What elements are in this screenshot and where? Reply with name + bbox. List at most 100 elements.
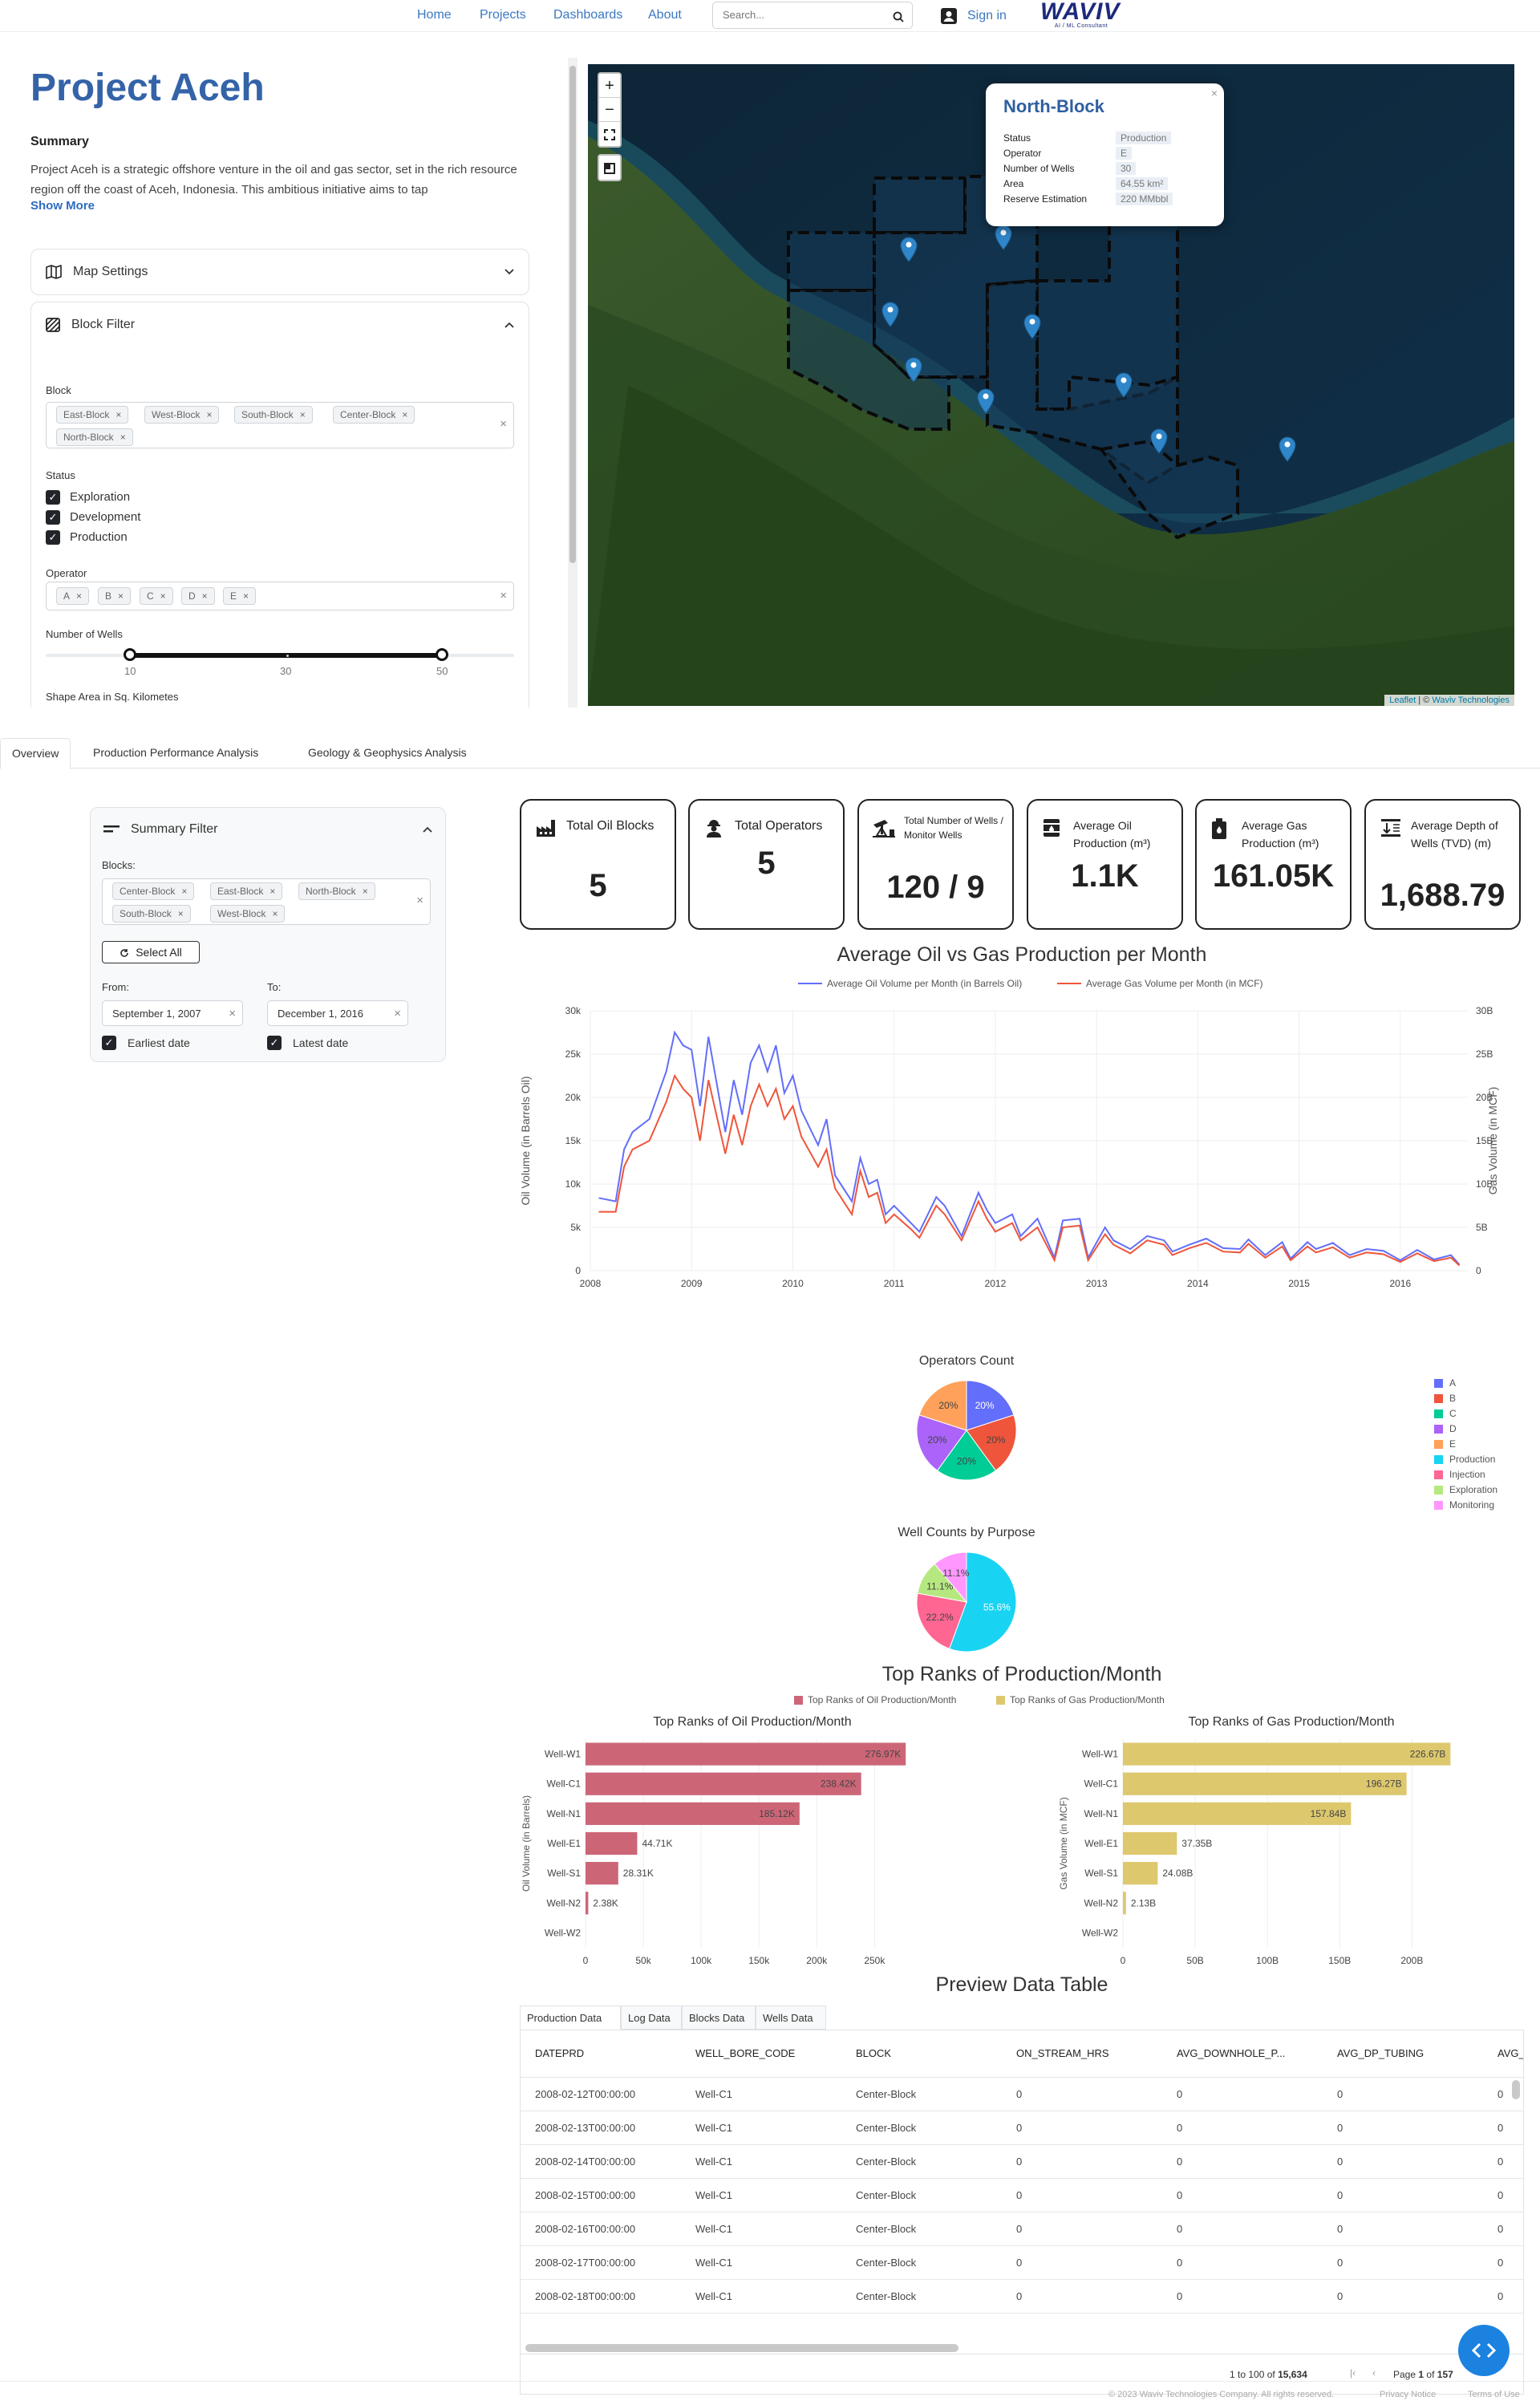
tab-geology-geophysics[interactable]: Geology & Geophysics Analysis	[297, 738, 478, 769]
clear-icon[interactable]: ×	[416, 894, 424, 907]
privacy-link[interactable]: Privacy Notice	[1380, 2390, 1436, 2399]
from-date-input[interactable]: September 1, 2007 ×	[102, 1000, 243, 1026]
satellite-map[interactable]: + − × North-Block Status Production Opera…	[588, 64, 1514, 706]
pie-slice-label: 11.1%	[942, 1568, 969, 1579]
block-filter-header[interactable]: Block Filter	[31, 302, 529, 347]
layers-button[interactable]	[599, 156, 620, 180]
to-date-input[interactable]: December 1, 2016 ×	[267, 1000, 408, 1026]
operator-multiselect[interactable]: A × B × C × D × E × ×	[46, 582, 514, 610]
operator-chip[interactable]: E ×	[223, 587, 257, 605]
column-header[interactable]: WELL_BORE_CODE	[695, 2030, 795, 2077]
nav-about-link[interactable]: About	[648, 8, 682, 22]
zoom-in-button[interactable]: +	[599, 74, 620, 98]
prev-page-icon[interactable]: ‹	[1372, 2367, 1376, 2379]
block-chip[interactable]: Center-Block ×	[333, 406, 415, 424]
block-chip[interactable]: West-Block ×	[210, 905, 286, 923]
vertical-scrollbar[interactable]	[1512, 2080, 1520, 2099]
pie-legend-item[interactable]: Monitoring	[1434, 1499, 1494, 1511]
block-chip[interactable]: East-Block ×	[56, 406, 129, 424]
summary-blocks-multiselect[interactable]: Center-Block × East-Block × North-Block × S…	[102, 878, 431, 925]
operator-chip[interactable]: A ×	[56, 587, 90, 605]
block-chip[interactable]: Center-Block ×	[112, 882, 195, 900]
factory-icon	[536, 818, 557, 842]
pie-legend-item[interactable]: B	[1434, 1393, 1456, 1404]
search-icon[interactable]	[893, 10, 904, 24]
popup-close-icon[interactable]: ×	[1211, 87, 1218, 99]
gas-bar-chart[interactable]: 0 50B 100B 150B 200B Well-W1 226.67B Well-C1 196…	[1057, 1731, 1474, 1972]
pie-legend-item[interactable]: C	[1434, 1408, 1457, 1419]
clear-icon[interactable]: ×	[500, 417, 507, 431]
wells-slider-min-handle[interactable]	[124, 648, 136, 661]
oil-gas-line-chart[interactable]: 05k10k15k20k25k30k05B10B15B20B25B30B2008…	[513, 995, 1540, 1300]
map-settings-accordion[interactable]: Map Settings	[30, 249, 529, 295]
owner-link[interactable]: Waviv Technologies	[1432, 696, 1510, 705]
sidebar-scrollbar[interactable]	[568, 58, 578, 708]
block-chip[interactable]: North-Block ×	[298, 882, 375, 900]
waviv-logo[interactable]: WAVIV AI / ML Consultant	[1040, 0, 1122, 30]
legend-oil-bars[interactable]: Top Ranks of Oil Production/Month	[794, 1694, 956, 1705]
tab-log-data[interactable]: Log Data	[621, 2006, 682, 2030]
column-header[interactable]: AVG_DOWNHOLE_P...	[1177, 2030, 1285, 2077]
pie-legend-item[interactable]: D	[1434, 1423, 1457, 1434]
operators-pie-chart[interactable]: 20% 20% 20% 20% 20%	[906, 1370, 1027, 1490]
block-multiselect[interactable]: East-Block × West-Block × South-Block × Cen…	[46, 402, 514, 448]
column-header[interactable]: AVG_	[1497, 2030, 1523, 2077]
pie-legend-item[interactable]: Production	[1434, 1454, 1495, 1465]
first-page-icon[interactable]: |‹	[1350, 2367, 1356, 2379]
select-all-button[interactable]: Select All	[102, 941, 200, 963]
tab-wells-data[interactable]: Wells Data	[756, 2006, 826, 2030]
column-header[interactable]: AVG_DP_TUBING	[1337, 2030, 1424, 2077]
operator-chip[interactable]: C ×	[140, 587, 173, 605]
pie-legend-item[interactable]: Exploration	[1434, 1484, 1497, 1495]
kpi-label: Total Number of Wells / Monitor Wells	[904, 815, 1003, 841]
development-checkbox[interactable]: ✓	[46, 510, 60, 525]
legend-oil[interactable]: Average Oil Volume per Month (in Barrels…	[798, 978, 1022, 989]
kpi-card: Total Oil Blocks 5	[520, 799, 676, 930]
pie-legend-item[interactable]: A	[1434, 1377, 1456, 1389]
sign-in-button[interactable]: Sign in	[940, 6, 1007, 26]
exploration-checkbox[interactable]: ✓	[46, 490, 60, 505]
summary-filter-header[interactable]: Summary Filter	[103, 822, 432, 837]
chevron-up-icon	[423, 822, 432, 837]
terms-link[interactable]: Terms of Use	[1468, 2390, 1520, 2399]
block-chip[interactable]: North-Block ×	[56, 428, 133, 446]
show-more-link[interactable]: Show More	[30, 199, 95, 213]
legend-gas-bars[interactable]: Top Ranks of Gas Production/Month	[996, 1694, 1165, 1705]
operator-chip[interactable]: B ×	[98, 587, 132, 605]
block-chip[interactable]: East-Block ×	[210, 882, 283, 900]
zoom-out-button[interactable]: −	[599, 98, 620, 122]
nav-home-link[interactable]: Home	[417, 8, 452, 22]
legend-gas[interactable]: Average Gas Volume per Month (in MCF)	[1057, 978, 1263, 989]
earliest-date-checkbox[interactable]: ✓	[102, 1036, 116, 1050]
search-input[interactable]	[723, 9, 883, 21]
table-cell: 0	[1497, 2156, 1504, 2168]
wells-slider-max-handle[interactable]	[436, 648, 448, 661]
pie-legend-item[interactable]: E	[1434, 1438, 1456, 1450]
operator-chip[interactable]: D ×	[181, 587, 215, 605]
nav-dashboards-link[interactable]: Dashboards	[553, 8, 622, 22]
pie-legend-item[interactable]: Injection	[1434, 1469, 1485, 1480]
table-cell: 0	[1016, 2088, 1023, 2100]
tab-overview[interactable]: Overview	[0, 738, 71, 769]
nav-projects-link[interactable]: Projects	[480, 8, 526, 22]
clear-icon[interactable]: ×	[394, 1007, 401, 1020]
block-chip[interactable]: West-Block ×	[144, 406, 220, 424]
leaflet-link[interactable]: Leaflet	[1389, 696, 1416, 705]
block-chip[interactable]: South-Block ×	[234, 406, 313, 424]
oil-bar-chart[interactable]: 0 50k 100k 150k 200k 250k Well-W1 276.97K Well-C…	[520, 1731, 937, 1972]
column-header[interactable]: ON_STREAM_HRS	[1016, 2030, 1109, 2077]
block-chip[interactable]: South-Block ×	[112, 905, 191, 923]
horizontal-scrollbar[interactable]	[525, 2344, 958, 2352]
column-header[interactable]: BLOCK	[856, 2030, 891, 2077]
clear-icon[interactable]: ×	[229, 1007, 236, 1020]
production-checkbox[interactable]: ✓	[46, 530, 60, 545]
fullscreen-button[interactable]	[599, 122, 620, 146]
latest-date-checkbox[interactable]: ✓	[267, 1036, 282, 1050]
column-header[interactable]: DATEPRD	[535, 2030, 584, 2077]
tab-blocks-data[interactable]: Blocks Data	[682, 2006, 756, 2030]
tab-production-data[interactable]: Production Data	[520, 2006, 621, 2030]
purpose-pie-chart[interactable]: 55.6% 22.2% 11.1% 11.1%	[906, 1542, 1027, 1662]
tab-production-performance[interactable]: Production Performance Analysis	[82, 738, 270, 769]
clear-icon[interactable]: ×	[500, 589, 507, 602]
code-fab-button[interactable]	[1458, 2325, 1510, 2376]
